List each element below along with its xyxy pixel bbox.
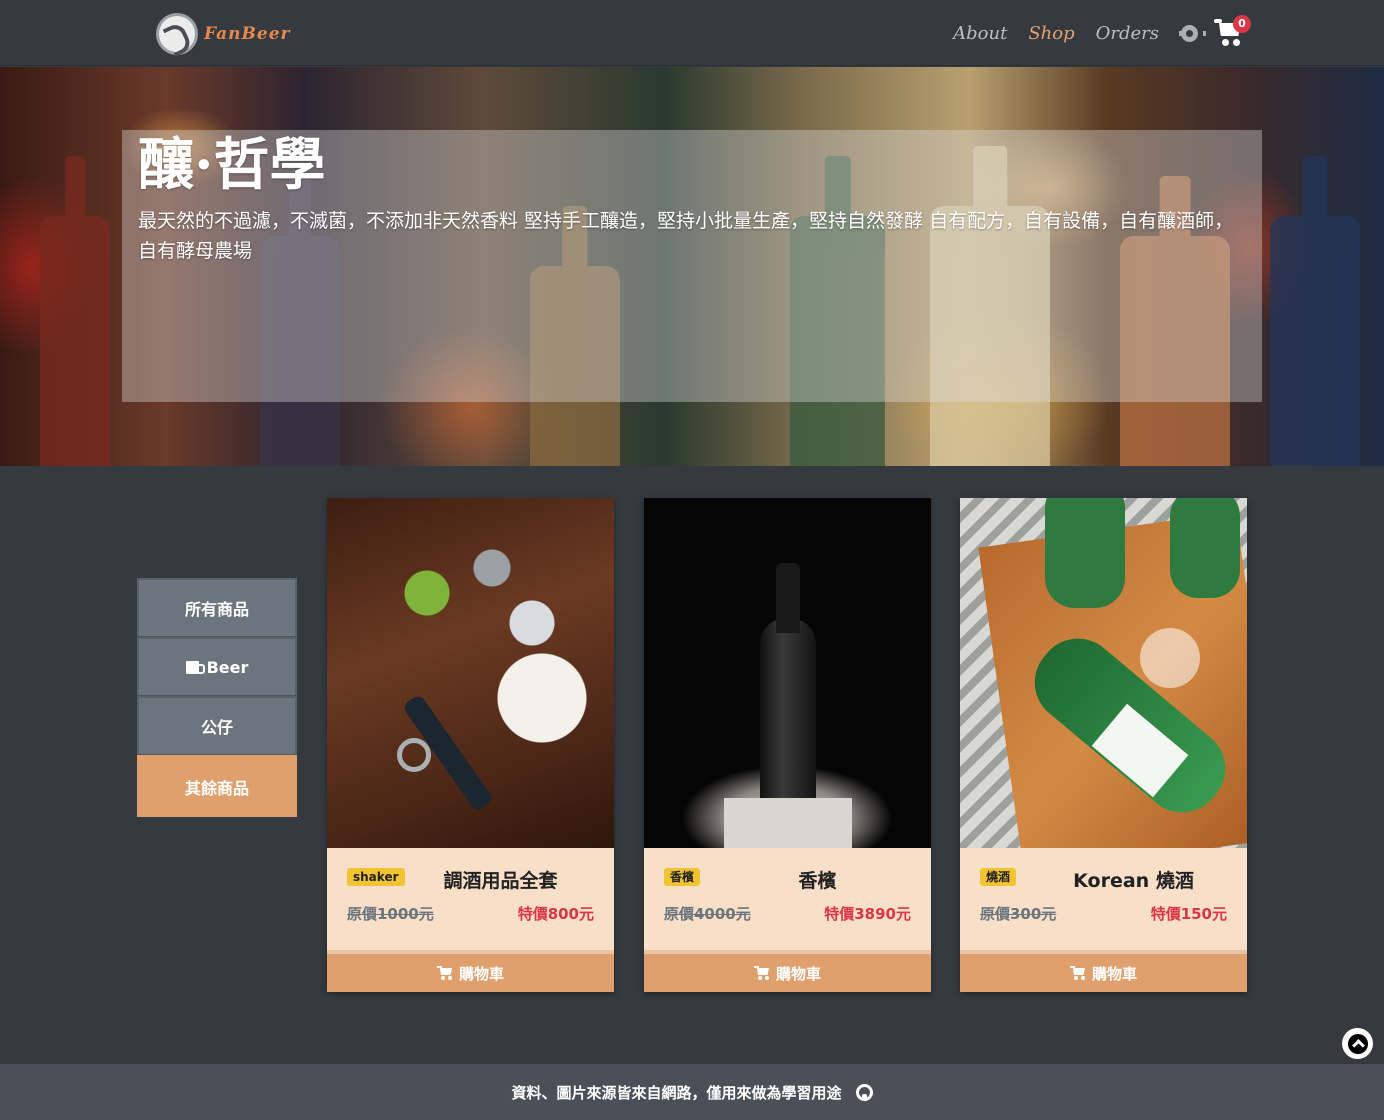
original-price: 原價1000元 — [347, 905, 434, 923]
product-card: 香檳 香檳 原價4000元 特價3890元 購物車 — [644, 498, 931, 992]
cart-icon — [1069, 966, 1086, 980]
sale-price: 特價3890元 — [824, 905, 911, 923]
hero-panel: 釀·哲學 最天然的不過濾，不滅菌，不添加非天然香料 堅持手工釀造，堅持小批量生產… — [122, 130, 1262, 402]
hero-bottle — [40, 216, 110, 466]
logo-text: FanBeer — [204, 24, 291, 44]
product-card: 燒酒 Korean 燒酒 原價300元 特價150元 購物車 — [960, 498, 1247, 992]
original-price: 原價4000元 — [664, 905, 751, 923]
champagne-bottle-shape — [760, 618, 816, 818]
cart-button[interactable]: 0 — [1214, 15, 1251, 48]
cart-icon — [436, 966, 453, 980]
product-tag: 燒酒 — [980, 868, 1017, 886]
add-to-cart-button[interactable]: 購物車 — [327, 950, 614, 992]
footer: 資料、圖片來源皆來自網路，僅用來做為學習用途 — [0, 1064, 1384, 1120]
original-price: 原價300元 — [980, 905, 1057, 923]
sale-price: 特價150元 — [1150, 905, 1227, 923]
beer-mug-icon — [185, 660, 205, 674]
gear-icon[interactable] — [1179, 24, 1206, 42]
cart-icon — [1214, 19, 1222, 23]
soju-bottle-shape — [1045, 498, 1125, 608]
hero-bottle — [1270, 216, 1360, 466]
nav-link-orders[interactable]: Orders — [1096, 23, 1159, 44]
product-tag: shaker — [347, 868, 405, 886]
scroll-top-button[interactable] — [1342, 1028, 1373, 1059]
sidebar-item-others[interactable]: 其餘商品 — [137, 755, 297, 817]
github-icon[interactable] — [855, 1083, 873, 1101]
sidebar-item-figures[interactable]: 公仔 — [137, 696, 297, 755]
sidebar-item-all[interactable]: 所有商品 — [137, 578, 297, 637]
product-title: 調酒用品全套 — [443, 870, 558, 892]
product-info: shaker 調酒用品全套 原價1000元 特價800元 — [327, 848, 614, 948]
logo-badge-icon — [156, 13, 198, 55]
hero-title: 釀·哲學 — [138, 132, 326, 198]
cart-icon — [753, 966, 770, 980]
cart-count-badge: 0 — [1233, 15, 1251, 33]
sale-price: 特價800元 — [517, 905, 594, 923]
add-to-cart-button[interactable]: 購物車 — [960, 950, 1247, 992]
product-image — [644, 498, 931, 848]
hero-banner: 釀·哲學 最天然的不過濾，不滅菌，不添加非天然香料 堅持手工釀造，堅持小批量生產… — [0, 67, 1384, 466]
product-card: shaker 調酒用品全套 原價1000元 特價800元 購物車 — [327, 498, 614, 992]
category-sidebar: 所有商品 Beer 公仔 其餘商品 — [137, 578, 297, 817]
sidebar-item-label: 其餘商品 — [184, 778, 249, 798]
chevron-up-icon — [1347, 1033, 1368, 1054]
strainer-shape — [397, 738, 431, 772]
nav-link-about[interactable]: About — [953, 23, 1007, 44]
sidebar-item-beer[interactable]: Beer — [137, 637, 297, 696]
sidebar-item-label: Beer — [206, 657, 249, 677]
add-to-cart-label: 購物車 — [458, 964, 504, 983]
product-image — [327, 498, 614, 848]
nav-link-shop[interactable]: Shop — [1028, 23, 1074, 44]
pedestal-shape — [724, 798, 852, 848]
product-image — [960, 498, 1247, 848]
add-to-cart-button[interactable]: 購物車 — [644, 950, 931, 992]
sidebar-item-label: 公仔 — [200, 718, 233, 737]
brand-logo[interactable]: FanBeer — [156, 9, 290, 59]
product-info: 燒酒 Korean 燒酒 原價300元 特價150元 — [960, 848, 1247, 948]
nav-links: About Shop Orders 0 — [932, 14, 1251, 52]
shot-glass-shape — [1140, 628, 1200, 688]
add-to-cart-label: 購物車 — [1091, 964, 1137, 983]
product-title: 香檳 — [798, 870, 837, 892]
product-tag: 香檳 — [664, 868, 701, 886]
sidebar-item-label: 所有商品 — [184, 600, 249, 619]
hero-description: 最天然的不過濾，不滅菌，不添加非天然香料 堅持手工釀造，堅持小批量生產，堅持自然… — [138, 210, 1234, 262]
product-title: Korean 燒酒 — [1073, 870, 1194, 892]
add-to-cart-label: 購物車 — [775, 964, 821, 983]
product-info: 香檳 香檳 原價4000元 特價3890元 — [644, 848, 931, 948]
navbar: FanBeer About Shop Orders 0 — [0, 0, 1384, 66]
soju-bottle-shape — [1170, 498, 1240, 598]
footer-text: 資料、圖片來源皆來自網路，僅用來做為學習用途 — [511, 1083, 842, 1102]
